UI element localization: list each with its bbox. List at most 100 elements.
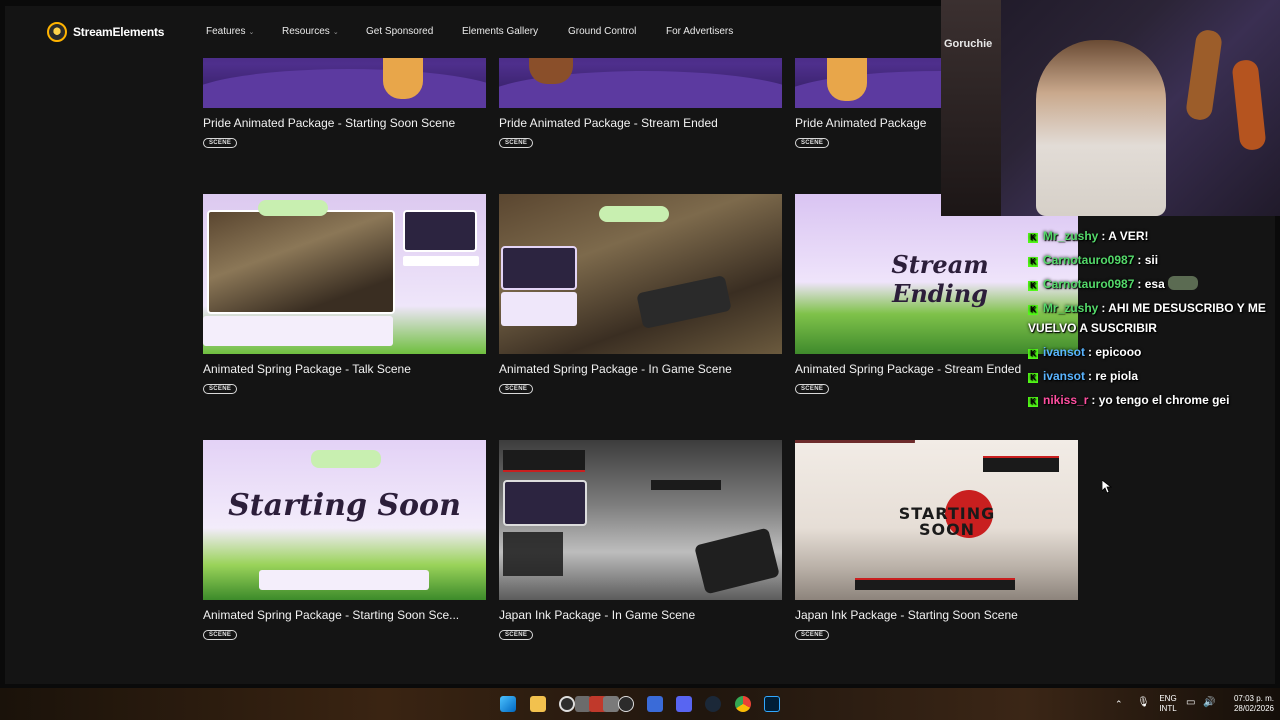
streamer-figure: [1036, 40, 1166, 216]
webcam-frame: [501, 246, 577, 290]
card-title[interactable]: Animated Spring Package - Talk Scene: [203, 362, 486, 376]
thumbnail-text: Starting Soon: [228, 488, 461, 523]
chat-text: yo tengo el chrome gei: [1098, 393, 1230, 407]
card-title[interactable]: Animated Spring Package - In Game Scene: [499, 362, 782, 376]
nav-features[interactable]: Features ⌄: [206, 26, 254, 37]
chat-text: re piola: [1095, 369, 1139, 383]
network-icon[interactable]: ▭: [1186, 698, 1195, 708]
card-thumbnail[interactable]: [203, 194, 486, 354]
card-thumbnail[interactable]: STARTING SOON: [795, 440, 1078, 600]
name-banner: [311, 450, 381, 468]
gallery-card[interactable]: Starting Soon Animated Spring Package - …: [203, 440, 486, 641]
chat-username: ivansot: [1043, 369, 1086, 383]
scene-badge: SCENE: [795, 138, 830, 148]
gallery-card[interactable]: Animated Spring Package - Talk Scene SCE…: [203, 194, 486, 395]
chat-text: A VER!: [1108, 229, 1149, 243]
shield-icon[interactable]: [647, 696, 663, 712]
nav-for-advertisers[interactable]: For Advertisers: [666, 26, 733, 37]
desktop: StreamElements Features ⌄ Resources ⌄ Get …: [0, 0, 1280, 720]
nav-label: Resources: [282, 26, 330, 37]
gallery-card[interactable]: STARTING SOON Japan Ink Package - Starti…: [795, 440, 1078, 641]
chat-message: K Mr_zushy: AHI ME DESUSCRIBO Y ME VUELVO…: [1028, 298, 1276, 338]
chrome-icon[interactable]: [735, 696, 751, 712]
nav-get-sponsored[interactable]: Get Sponsored: [366, 26, 433, 37]
chat-separator: :: [1137, 253, 1145, 267]
thumbnail-text: STARTING SOON: [898, 504, 996, 539]
discord-icon[interactable]: [676, 696, 692, 712]
alerts-panel: [203, 316, 393, 346]
chat-text: esa: [1144, 277, 1165, 291]
chat-username: Carnotauro0987: [1043, 253, 1135, 267]
chat-overlay: K Mr_zushy: A VER! K Carnotauro0987: sii K…: [1028, 226, 1276, 414]
card-title[interactable]: Animated Spring Package - Starting Soon …: [203, 608, 486, 622]
nav-ground-control[interactable]: Ground Control: [568, 26, 636, 37]
keyboard-layout: INTL: [1159, 704, 1177, 713]
github-icon[interactable]: [618, 696, 634, 712]
chat-username: Mr_zushy: [1043, 229, 1099, 243]
scene-badge: SCENE: [203, 630, 238, 640]
card-thumbnail[interactable]: [499, 440, 782, 600]
card-title[interactable]: Pride Animated Package - Starting Soon S…: [203, 116, 486, 130]
card-thumbnail[interactable]: [499, 194, 782, 354]
webcam-overlay: Goruchie: [941, 0, 1280, 216]
webcam-frame: [503, 480, 587, 526]
app-icon[interactable]: [603, 696, 619, 712]
quest-label: [651, 480, 721, 490]
chat-text: sii: [1144, 253, 1159, 267]
kick-icon: K: [1028, 397, 1038, 407]
nav-elements-gallery[interactable]: Elements Gallery: [462, 26, 538, 37]
time-text: 07:03 p. m.: [1233, 694, 1274, 703]
chevron-down-icon: ⌄: [332, 28, 339, 36]
chat-username: ivansot: [1043, 345, 1086, 359]
card-title[interactable]: Japan Ink Package - Starting Soon Scene: [795, 608, 1078, 622]
sub-banner: [983, 456, 1059, 472]
language-indicator[interactable]: ENG INTL: [1156, 694, 1180, 714]
kick-icon: K: [1028, 349, 1038, 359]
chat-separator: :: [1091, 393, 1099, 407]
guitar-shape: [1184, 28, 1224, 122]
photoshop-icon[interactable]: [764, 696, 780, 712]
kick-icon: K: [1028, 281, 1038, 291]
kick-icon: K: [1028, 373, 1038, 383]
thumbnail-text: Stream Ending: [891, 250, 989, 308]
clock[interactable]: 07:03 p. m. 28/02/2026: [1222, 694, 1274, 714]
nav-label: Features: [206, 26, 246, 37]
speaker-icon[interactable]: 🔊: [1203, 698, 1215, 708]
steam-icon[interactable]: [705, 696, 721, 712]
chevron-up-icon[interactable]: ⌃: [1115, 699, 1123, 709]
language-code: ENG: [1159, 694, 1177, 703]
microphone-icon[interactable]: 🎙: [1137, 698, 1150, 708]
gallery-card[interactable]: Animated Spring Package - In Game Scene …: [499, 194, 782, 395]
kick-icon: K: [1028, 305, 1038, 315]
scene-badge: SCENE: [499, 384, 534, 394]
card-title[interactable]: Pride Animated Package - Stream Ended: [499, 116, 782, 130]
chat-message: Kivansot: re piola: [1028, 366, 1276, 386]
scene-badge: SCENE: [795, 630, 830, 640]
card-thumbnail[interactable]: Starting Soon: [203, 440, 486, 600]
brand-logo[interactable]: StreamElements: [47, 22, 164, 42]
alerts-panel: [501, 292, 577, 326]
chat-username: Carnotauro0987: [1043, 277, 1135, 291]
branch-shape: [795, 440, 915, 480]
chat-message: Kivansot: epicooo: [1028, 342, 1276, 362]
mouse-cursor-icon: [1102, 480, 1112, 494]
windows-icon[interactable]: [500, 696, 516, 712]
nav-label: Ground Control: [568, 26, 637, 37]
nav-label: Elements Gallery: [462, 26, 539, 37]
chat-message: Knikiss_r: yo tengo el chrome gei: [1028, 390, 1276, 410]
scene-badge: SCENE: [795, 384, 830, 394]
card-title[interactable]: Japan Ink Package - In Game Scene: [499, 608, 782, 622]
file-explorer-icon[interactable]: [530, 696, 546, 712]
date-text: 28/02/2026: [1233, 704, 1274, 713]
obs-icon[interactable]: [559, 696, 575, 712]
gallery-card[interactable]: Japan Ink Package - In Game Scene SCENE: [499, 440, 782, 641]
scene-badge: SCENE: [499, 138, 534, 148]
hill-shape: [203, 69, 486, 108]
nav-resources[interactable]: Resources ⌄: [282, 26, 339, 37]
name-banner: [599, 206, 669, 222]
nav-label: Get Sponsored: [366, 26, 434, 37]
streamelements-logo-icon: [47, 22, 67, 42]
shelf-label: Goruchie: [944, 38, 993, 50]
kick-icon: K: [1028, 233, 1038, 243]
guitar-shape: [1231, 58, 1267, 152]
